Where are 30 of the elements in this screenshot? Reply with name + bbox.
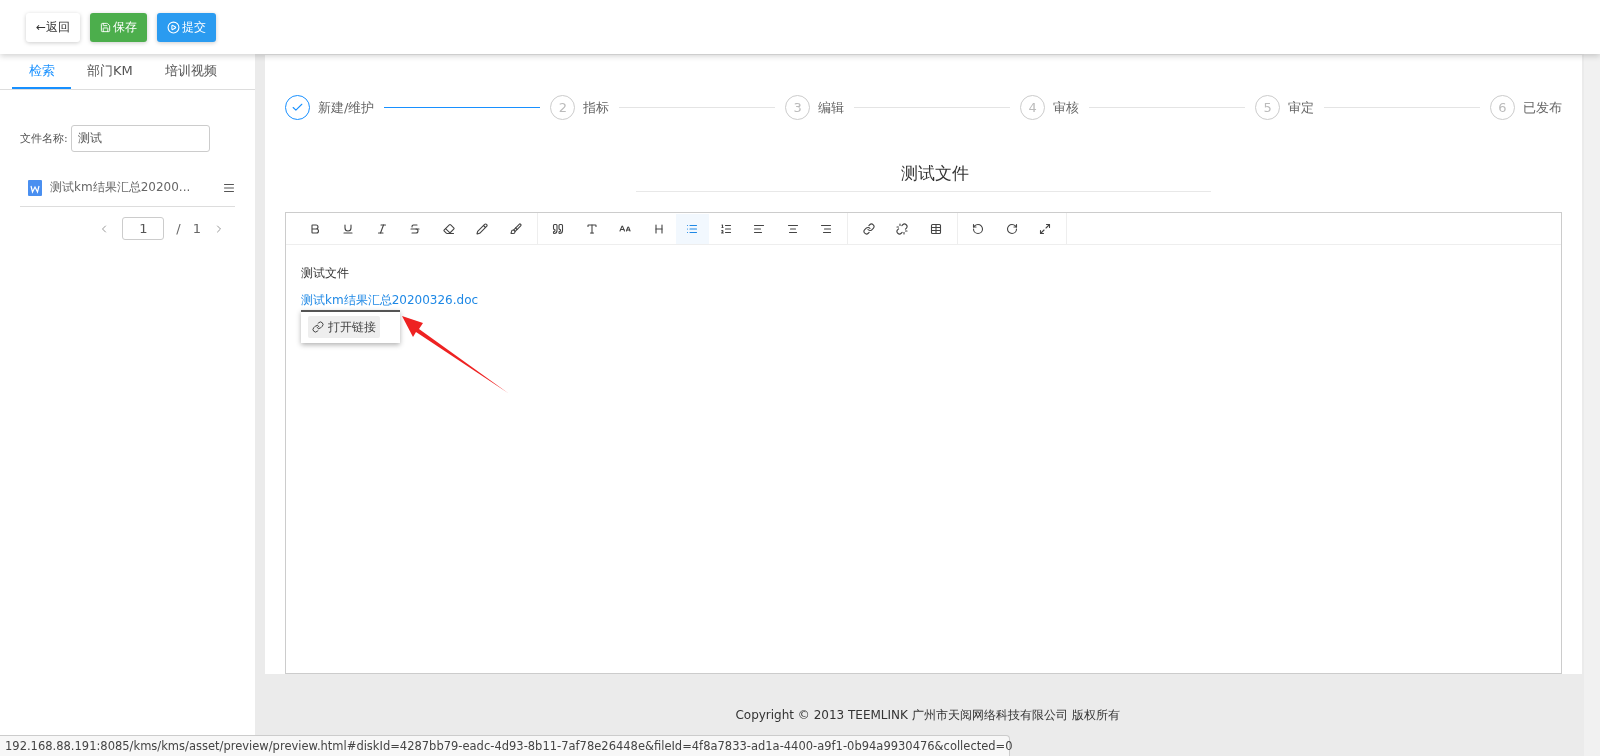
step-label: 指标 — [583, 98, 610, 117]
open-link-button[interactable]: 打开链接 — [308, 316, 380, 338]
step-label: 审定 — [1288, 98, 1315, 117]
paragraph-text: 测试文件 — [301, 265, 350, 282]
rich-text-editor[interactable]: 测试文件 测试km结果汇总20200326.doc 打开链接 — [285, 212, 1562, 674]
step-label: 编辑 — [818, 98, 845, 117]
file-name-field[interactable]: 测试 — [70, 125, 210, 152]
filter-label: 文件名称: — [20, 131, 68, 146]
page-total: 1 — [192, 221, 201, 236]
sidebar-tab[interactable]: 部门KM — [71, 54, 149, 89]
save-icon — [100, 21, 112, 33]
document-link[interactable]: 测试km结果汇总20200326.doc — [301, 292, 479, 309]
back-button[interactable]: ←返回 — [26, 12, 81, 42]
page-separator: / — [176, 221, 181, 236]
copyright-text: Copyright © 2013 TEEMLINK 广州市天阅网络科技有限公司 版权所有 — [735, 708, 1120, 722]
status-url: 192.168.88.191:8085/kms/kms/asset/preview/preview.html#diskId=4287bb79-eadc-4d93-8b11-7af78e26448e&fileId=4f8a7833-ad1a-4400-a9f1-0b94a9930476&collected=0 — [0, 735, 1010, 756]
step-label: 新建/维护 — [318, 98, 375, 117]
menu-icon[interactable] — [223, 181, 235, 194]
step-label: 已发布 — [1523, 98, 1562, 117]
play-icon — [167, 20, 181, 34]
file-name[interactable]: 测试km结果汇总20200... — [50, 179, 215, 196]
bullet-list-icon[interactable] — [675, 213, 709, 244]
sidebar-tab[interactable]: 培训视频 — [148, 54, 233, 89]
word-file-icon — [28, 179, 42, 196]
page-field[interactable]: 1 — [122, 217, 165, 240]
check-icon — [291, 101, 304, 114]
step-label: 审核 — [1053, 98, 1080, 117]
document-title: 测试文件 — [636, 162, 1211, 192]
link-icon — [312, 321, 324, 333]
scrollbar[interactable] — [1584, 54, 1600, 756]
